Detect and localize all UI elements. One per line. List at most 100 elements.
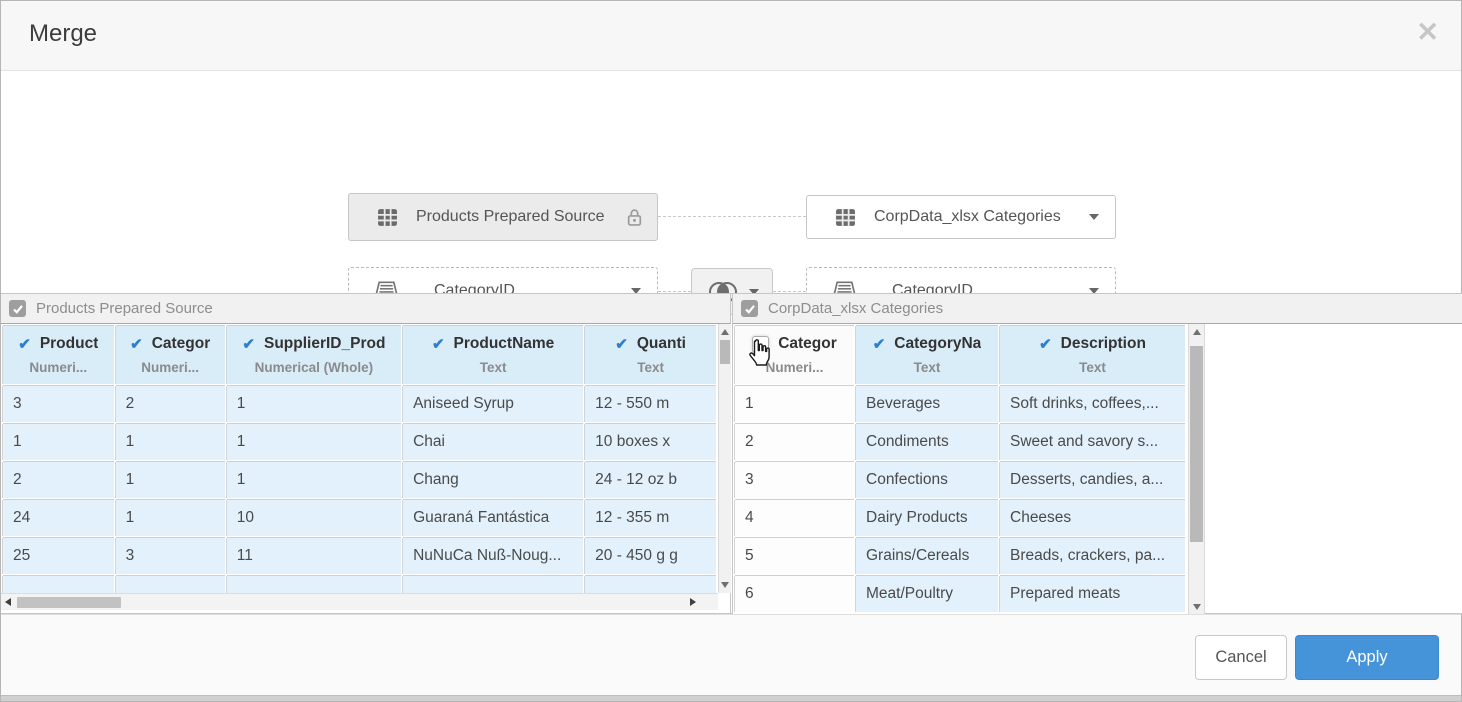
table-cell: Confections [856,462,998,498]
right-panel-title: CorpData_xlsx Categories [768,300,943,317]
column-name: Description [1061,335,1146,353]
column-header-categoryna[interactable]: ✔CategoryNaText [856,326,998,384]
table-cell: 10 boxes x [585,424,716,460]
table-row: 211Chang24 - 12 oz b [3,462,716,498]
lock-icon [626,208,643,227]
column-header-product[interactable]: ✔ Product Numeri... [3,326,114,384]
dialog-footer: Cancel Apply [1,614,1461,697]
scroll-down-icon[interactable] [721,582,729,588]
right-source-dropdown[interactable]: CorpData_xlsx Categories [806,195,1116,239]
table-cell: Dairy Products [856,500,998,536]
column-header-categor[interactable]: ✔CategorNumeri... [116,326,225,384]
table-cell: 3 [3,386,114,422]
scroll-left-icon[interactable] [5,598,11,606]
column-header-supplierid_prod[interactable]: ✔SupplierID_ProdNumerical (Whole) [227,326,401,384]
scrollbar-thumb[interactable] [1190,346,1203,542]
table-row: 6Meat/PoultryPrepared meats [735,576,1185,612]
page-title: Merge [29,20,97,48]
column-check-icon[interactable]: ✔ [1039,337,1052,352]
table-cell: Sweet and savory s... [1000,424,1185,460]
column-check-icon[interactable]: ✔ [615,337,628,352]
table-cell: NuNuCa Nuß-Noug... [403,538,583,574]
scroll-up-icon[interactable] [721,329,729,335]
table-cell: 1 [227,386,401,422]
column-header-description[interactable]: ✔ Description Text [1000,326,1185,384]
table-cell [116,576,225,593]
scrollbar-thumb[interactable] [720,340,730,364]
column-header-categor[interactable]: Categor Numeri... [735,326,854,384]
left-table-checkbox[interactable] [9,300,26,317]
table-cell: Desserts, candies, a... [1000,462,1185,498]
table-cell: 11 [227,538,401,574]
table-cell: 5 [735,538,854,574]
left-source-button[interactable]: Products Prepared Source [348,193,658,241]
mapping-area: Products Prepared Source CorpData_xlsx C… [1,71,1461,293]
table-cell: 1 [227,462,401,498]
connector-line [773,291,806,292]
column-check-icon[interactable]: ✔ [130,337,143,352]
data-table-icon [835,207,856,228]
cancel-button[interactable]: Cancel [1195,635,1287,680]
table-cell: 1 [116,424,225,460]
right-table-panel: CorpData_xlsx Categories Categor Numeri..… [732,294,1462,613]
table-cell: Soft drinks, coffees,... [1000,386,1185,422]
table-cell: Breads, crackers, pa... [1000,538,1185,574]
table-cell: 3 [116,538,225,574]
column-type: Text [1000,360,1185,375]
left-table-panel: Products Prepared Source ✔ProductNumeri.… [1,294,731,613]
table-cell: 25 [3,538,114,574]
table-cell: Grains/Cereals [856,538,998,574]
connector-line [658,216,806,217]
scroll-down-icon[interactable] [1193,604,1201,610]
column-type: Text [585,360,716,375]
left-horizontal-scrollbar[interactable] [1,593,718,610]
column-check-icon[interactable]: ✔ [432,337,445,352]
chevron-down-icon [1089,214,1099,220]
table-cell: 10 [227,500,401,536]
column-header-productname[interactable]: ✔ProductNameText [403,326,583,384]
close-icon[interactable]: ✕ [1416,19,1439,46]
left-source-label: Products Prepared Source [416,208,605,226]
apply-button[interactable]: Apply [1295,635,1439,680]
table-row: 321Aniseed Syrup12 - 550 m [3,386,716,422]
data-table-icon [377,207,398,228]
table-row: 24110Guaraná Fantástica12 - 355 m [3,500,716,536]
table-row: 111Chai10 boxes x [3,424,716,460]
scroll-right-icon[interactable] [690,598,696,606]
column-name: Categor [152,335,211,353]
table-cell: Meat/Poultry [856,576,998,612]
right-vertical-scrollbar[interactable] [1188,324,1205,615]
table-row [3,576,716,593]
table-cell: Aniseed Syrup [403,386,583,422]
scrollbar-thumb[interactable] [17,597,121,608]
scroll-up-icon[interactable] [1193,329,1201,335]
table-row: 4Dairy ProductsCheeses [735,500,1185,536]
preview-tables: Products Prepared Source ✔ProductNumeri.… [1,293,1462,614]
table-cell: 1 [116,500,225,536]
column-name: SupplierID_Prod [264,335,385,353]
table-row: 5Grains/CerealsBreads, crackers, pa... [735,538,1185,574]
right-table-checkbox[interactable] [741,300,758,317]
column-header-quanti[interactable]: ✔ Quanti Text [585,326,716,384]
table-cell: Chai [403,424,583,460]
column-type: Numeri... [735,360,854,375]
left-vertical-scrollbar[interactable] [718,324,731,593]
column-check-icon[interactable]: ✔ [18,337,31,352]
column-name: Quanti [637,335,686,353]
column-checkbox-unchecked[interactable] [752,336,769,353]
dialog-header: Merge ✕ [1,1,1461,71]
table-cell: Cheeses [1000,500,1185,536]
table-cell: 1 [116,462,225,498]
column-name: CategoryNa [894,335,981,353]
column-type: Text [403,360,583,375]
table-cell: 2 [116,386,225,422]
merge-dialog: Merge ✕ Products Prepared Source CorpDat… [0,0,1462,702]
column-name: Categor [778,335,837,353]
column-name: Product [40,335,99,353]
column-check-icon[interactable]: ✔ [242,337,255,352]
table-cell [403,576,583,593]
right-panel-titlebar: CorpData_xlsx Categories [733,294,1462,324]
column-check-icon[interactable]: ✔ [873,337,886,352]
left-data-grid: ✔ProductNumeri...✔CategorNumeri...✔Suppl… [1,324,718,593]
column-type: Numeri... [3,360,114,375]
